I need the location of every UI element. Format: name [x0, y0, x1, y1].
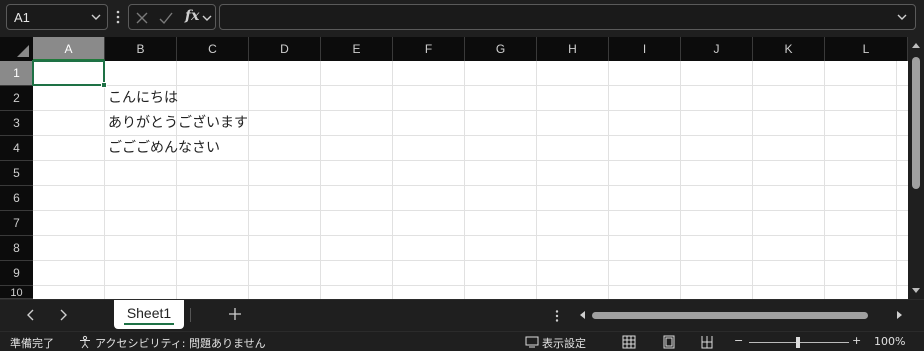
zoom-level[interactable]: 100% [874, 335, 905, 348]
name-box-value: A1 [14, 10, 30, 25]
expand-formula-bar-icon[interactable] [895, 9, 909, 25]
worksheet-grid: A B C D E F G H I J K L 1 2 3 4 5 6 7 8 … [0, 37, 908, 299]
row-header-5[interactable]: 5 [0, 161, 33, 186]
row-header-6[interactable]: 6 [0, 186, 33, 211]
page-layout-view-icon[interactable] [662, 335, 676, 349]
row-header-2[interactable]: 2 [0, 86, 33, 111]
active-tab-indicator [124, 323, 174, 325]
zoom-in-button[interactable]: + [852, 334, 861, 347]
sheet-tab-label: Sheet1 [126, 305, 172, 321]
zoom-out-button[interactable]: − [734, 334, 743, 347]
column-header-h[interactable]: H [537, 37, 609, 61]
ready-status: 準備完了 [10, 337, 54, 350]
row-header-9[interactable]: 9 [0, 261, 33, 286]
scroll-left-icon[interactable] [578, 310, 586, 320]
cell-b3[interactable]: ありがとうございます [105, 111, 248, 136]
column-header-l[interactable]: L [825, 37, 908, 61]
formula-actions: fx [128, 4, 216, 30]
select-all-triangle-icon [17, 45, 29, 57]
scroll-down-icon[interactable] [911, 287, 921, 295]
page-break-view-icon[interactable] [700, 335, 714, 349]
row-header-3[interactable]: 3 [0, 111, 33, 136]
zoom-slider-thumb[interactable] [796, 337, 800, 348]
column-header-i[interactable]: I [609, 37, 681, 61]
chevron-right-icon[interactable] [56, 308, 70, 322]
chevron-down-icon[interactable] [89, 9, 103, 25]
fill-handle[interactable] [101, 82, 107, 88]
tab-separator [190, 308, 191, 322]
horizontal-scrollbar[interactable] [578, 306, 906, 324]
more-options-icon[interactable] [114, 8, 122, 26]
column-header-a[interactable]: A [33, 37, 105, 61]
sheet-tab-sheet1[interactable]: Sheet1 [114, 300, 184, 329]
accessibility-icon[interactable] [78, 335, 92, 349]
display-settings-label[interactable]: 表示設定 [542, 335, 586, 351]
confirm-icon[interactable] [157, 9, 175, 27]
row-header-4[interactable]: 4 [0, 136, 33, 161]
add-sheet-icon[interactable] [228, 307, 242, 321]
more-options-icon[interactable] [555, 309, 559, 323]
chevron-left-icon[interactable] [24, 308, 38, 322]
formula-input[interactable] [219, 4, 916, 30]
column-header-e[interactable]: E [321, 37, 393, 61]
active-cell-a1[interactable] [32, 60, 107, 88]
chevron-down-icon[interactable] [201, 9, 213, 27]
formula-bar-row: A1 fx [0, 0, 924, 34]
column-header-c[interactable]: C [177, 37, 249, 61]
normal-view-icon[interactable] [622, 335, 636, 349]
cancel-icon[interactable] [133, 9, 151, 27]
status-bar: 準備完了 アクセシビリティ: 問題ありません 表示設定 − + 100% [0, 331, 924, 351]
cell-b2[interactable]: こんにちは [105, 86, 178, 111]
select-all-button[interactable] [0, 37, 33, 61]
horizontal-scroll-thumb[interactable] [592, 312, 868, 319]
column-header-j[interactable]: J [681, 37, 753, 61]
row-header-8[interactable]: 8 [0, 236, 33, 261]
column-header-f[interactable]: F [393, 37, 465, 61]
row-header-1[interactable]: 1 [0, 61, 33, 86]
vertical-scroll-thumb[interactable] [912, 57, 920, 189]
sheet-tab-bar: Sheet1 [0, 299, 924, 330]
column-header-b[interactable]: B [105, 37, 177, 61]
accessibility-status[interactable]: アクセシビリティ: 問題ありません [95, 335, 266, 351]
display-settings-icon[interactable] [525, 335, 539, 349]
insert-function-button[interactable]: fx [185, 8, 199, 24]
row-header-7[interactable]: 7 [0, 211, 33, 236]
name-box[interactable]: A1 [6, 4, 108, 30]
scroll-right-icon[interactable] [896, 310, 904, 320]
row-header-10[interactable]: 10 [0, 286, 33, 299]
cell-b4[interactable]: ごごごめんなさい [105, 136, 220, 161]
column-header-g[interactable]: G [465, 37, 537, 61]
column-header-d[interactable]: D [249, 37, 321, 61]
vertical-scrollbar[interactable] [908, 37, 924, 299]
scroll-up-icon[interactable] [911, 41, 921, 49]
column-header-k[interactable]: K [753, 37, 825, 61]
